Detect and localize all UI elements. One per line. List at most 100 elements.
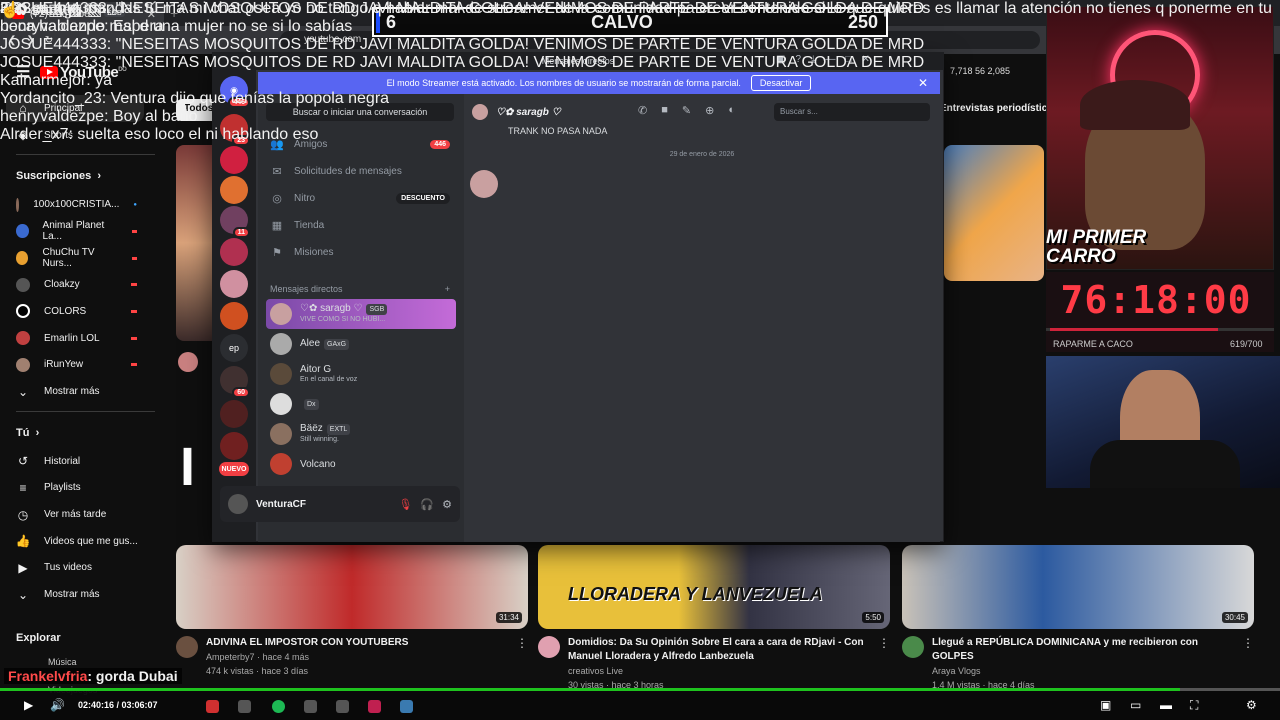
show-more-you[interactable]: ⌄ Mostrar más [0,581,165,608]
dm-header: Mensajes directos + [270,284,450,294]
server-icon[interactable] [220,432,248,460]
settings-icon[interactable]: ⚙ [1246,698,1257,712]
nav-nitro[interactable]: ◎ Nitro DESCUENTO [270,192,450,205]
image-icon[interactable]: ▧ [87,2,102,19]
gift-icon[interactable]: ⌂ [107,2,117,19]
settings-gear-icon[interactable]: ⚙ [442,498,452,511]
mouse-cursor-icon: ☝ [0,2,20,19]
server-icon[interactable] [220,400,248,428]
theater-icon[interactable]: ▬ [1160,698,1172,712]
video-channel[interactable]: Ampeterby7 · hace 4 más [206,650,508,664]
taskbar-app-icon[interactable] [238,700,251,713]
clock-icon: ◷ [17,507,29,522]
stream-chat-line: Frankelvfria: gorda Dubai [4,668,182,684]
thumbs-up-icon: 👍 [15,534,31,549]
attachment-text-line: Kainarmejor: ya [0,72,113,89]
sub-item[interactable]: Animal Planet La... [0,218,165,245]
more-icon[interactable]: ⋮ [878,636,890,692]
guest-jacket [1090,440,1240,488]
sub-item[interactable]: Cloakzy [0,271,165,298]
video-title[interactable]: Llegué a REPÚBLICA DOMINICANA y me recib… [932,636,1234,664]
server-icon[interactable]: 11 [220,206,250,238]
emoji-icon[interactable]: ☺ [27,2,43,19]
channel-avatar[interactable] [178,352,198,372]
nav-shop[interactable]: ▦ Tienda [270,219,450,232]
stream-stats: 7,718 56 2,085 [950,66,1011,76]
server-icon[interactable] [220,146,248,174]
avatar[interactable] [176,636,198,658]
taskbar-app-icon[interactable] [368,700,381,713]
video-channel[interactable]: Araya Vlogs [932,664,1234,678]
dm-item[interactable]: Bäëz EXTL Still winning. [266,419,456,449]
chip-interviews[interactable]: Entrevistas periodísticas [940,103,1058,114]
mail-icon: ✉ [272,166,282,178]
taskbar-app-icon[interactable] [206,700,219,713]
fullscreen-icon[interactable]: ⛶ [1190,698,1198,713]
sticker-icon[interactable]: ▨ [68,2,83,19]
chevron-down-icon: ⌄ [17,587,29,602]
dm-item[interactable]: Alee GAxG [266,329,456,359]
server-icon[interactable] [220,302,248,330]
message-avatar[interactable] [470,170,498,198]
taskbar-app-icon[interactable] [400,700,413,713]
sidebar-item-your-videos[interactable]: ▶ Tus videos [0,555,165,582]
dm-item[interactable]: Volcano [266,449,456,479]
attachment-text-line: henryvaldezpe: Boy al baño [0,108,198,125]
play-icon[interactable]: ▶ [24,698,33,712]
quests-icon: ⚑ [272,247,282,259]
show-more-subs[interactable]: ⌄ Mostrar más [0,378,165,405]
server-icon[interactable] [220,238,248,266]
sidebar-item-liked[interactable]: 👍 Videos que me gus... [0,528,165,555]
server-icon[interactable] [220,176,248,204]
avatar[interactable] [228,494,248,514]
more-icon[interactable]: ⋮ [516,636,528,678]
sub-item[interactable]: ChuChu TV Nurs... [0,245,165,272]
avatar[interactable] [538,636,560,658]
video-thumbnail[interactable]: 31:34 [176,545,528,629]
nav-message-requests[interactable]: ✉ Solicitudes de mensajes [270,165,450,178]
sub-item[interactable]: 100x100CRISTIA... ● [0,191,165,218]
sidebar-item-music[interactable]: Música [48,657,77,667]
taskbar-app-icon[interactable] [304,700,317,713]
dm-item[interactable]: Dx [266,389,456,419]
video-thumbnail[interactable]: 30:45 [902,545,1254,629]
subscriptions-header[interactable]: Suscripciones › [0,161,165,191]
subtitles-icon[interactable]: ▣ [1100,698,1111,712]
taskbar-app-icon[interactable] [336,700,349,713]
headphones-icon[interactable]: 🎧 [420,498,434,511]
gif-icon[interactable]: ▤ [48,2,63,19]
server-icon[interactable]: ep [220,334,248,362]
video-thumbnail-left[interactable] [176,145,212,341]
nav-quests[interactable]: ⚑ Misiones [270,246,450,259]
user-panel: VenturaCF 🎙 🎧 ⚙ [220,486,460,522]
dm-item[interactable]: ♡✿ saragb ♡ SGB VIVE COMO SI NO HUBI... [266,299,456,329]
you-header[interactable]: Tú › [0,418,165,448]
subathon-timer: 76:18:00 [1060,278,1252,322]
sub-item[interactable]: iRunYew [0,352,165,379]
sub-item[interactable]: Emarlin LOL [0,325,165,352]
server-icon[interactable]: 60 [220,366,250,398]
miniplayer-icon[interactable]: ▭ [1130,698,1141,712]
dm-item[interactable]: Aitor G En el canal de voz [266,359,456,389]
add-dm-icon[interactable]: + [445,284,450,294]
video-channel[interactable]: creativos Live [568,664,870,678]
sidebar-item-watch-later[interactable]: ◷ Ver más tarde [0,501,165,528]
sidebar-item-playlists[interactable]: ≡ Playlists [0,475,165,502]
server-icon[interactable] [220,270,248,298]
goal-bar-fill [1050,328,1218,331]
mic-muted-icon[interactable]: 🎙 [398,498,412,511]
shop-icon: ▦ [271,220,283,232]
video-title[interactable]: Domidios: Da Su Opinión Sobre El cara a … [568,636,870,664]
chat-area [464,94,940,542]
video-thumbnail-right[interactable] [944,145,1044,281]
more-icon[interactable]: ⋮ [1242,636,1254,692]
video-thumbnail[interactable]: LLORADERA Y LANVEZUELA 5:50 [538,545,890,629]
chevron-down-icon: ⌄ [17,384,29,399]
spotify-icon[interactable] [272,700,285,713]
avatar[interactable] [902,636,924,658]
sidebar-item-history[interactable]: ↺ Historial [0,448,165,475]
volume-icon[interactable]: 🔊 [50,698,65,712]
video-title[interactable]: ADIVINA EL IMPOSTOR CON YOUTUBERS [206,636,508,650]
goal-count: 619/700 [1230,339,1263,349]
sub-item[interactable]: COLORS [0,298,165,325]
